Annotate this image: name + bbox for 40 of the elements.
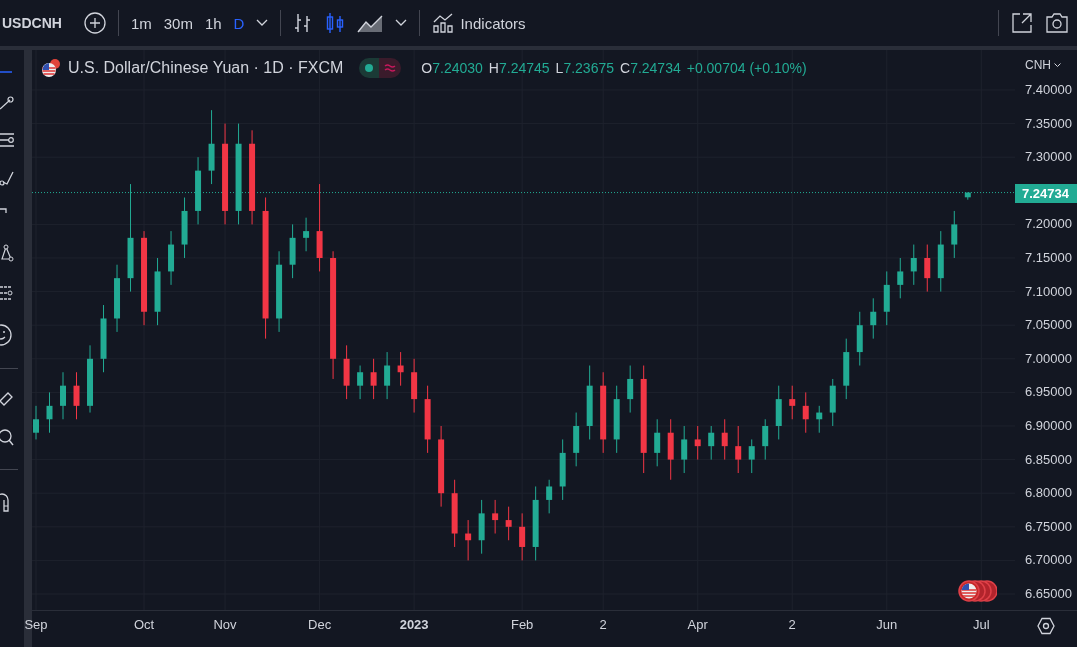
time-label: Dec xyxy=(308,617,332,632)
price-label: 7.40000 xyxy=(1025,82,1072,97)
time-label: Oct xyxy=(133,617,155,632)
interval-button[interactable]: 1h xyxy=(204,14,222,32)
time-label: 2 xyxy=(788,617,796,632)
time-label: Jul xyxy=(972,617,990,632)
ohlc-value: C7.24734 xyxy=(620,60,681,76)
interval-button[interactable]: D xyxy=(233,14,245,32)
indicators-button[interactable]: Indicators xyxy=(432,12,526,34)
price-label: 7.20000 xyxy=(1025,216,1072,232)
price-label: 6.95000 xyxy=(1025,384,1072,400)
price-label: 6.80000 xyxy=(1025,485,1072,501)
ohlc-value: O7.24030 xyxy=(421,60,483,76)
price-label: 6.65000 xyxy=(1025,586,1072,601)
interval-button[interactable]: 30m xyxy=(163,14,193,32)
ohlc-value: H7.24745 xyxy=(488,60,550,76)
time-label: Jun xyxy=(876,617,898,632)
price-label: 6.75000 xyxy=(1025,518,1072,534)
time-label: 2023 xyxy=(399,617,429,632)
price-label: 6.85000 xyxy=(1025,451,1072,467)
price-label: 7.35000 xyxy=(1025,115,1072,131)
price-change: +0.00704 (+0.10%) xyxy=(686,60,807,76)
price-label: 7.30000 xyxy=(1025,149,1072,165)
symbol-label[interactable]: USDCNH xyxy=(2,15,62,31)
time-label: Sep xyxy=(24,617,48,632)
price-label: 6.70000 xyxy=(1025,552,1072,568)
ohlc-value: L7.23675 xyxy=(555,60,614,76)
time-label: Nov xyxy=(213,617,237,632)
time-label: 2 xyxy=(599,617,607,632)
price-label: 7.05000 xyxy=(1025,317,1072,333)
currency-dropdown[interactable]: CNH xyxy=(1025,58,1061,72)
last-price-label: 7.24734 xyxy=(1015,183,1077,203)
price-label: 7.10000 xyxy=(1025,283,1072,299)
interval-button[interactable]: 1m xyxy=(130,14,152,32)
price-label: 6.90000 xyxy=(1025,418,1072,433)
price-label: 7.00000 xyxy=(1025,350,1072,366)
time-label: Feb xyxy=(510,617,534,632)
price-label: 7.15000 xyxy=(1025,250,1072,265)
chart-title: U.S. Dollar/Chinese Yuan · 1D · FXCM xyxy=(68,59,344,77)
time-label: Apr xyxy=(687,617,708,632)
